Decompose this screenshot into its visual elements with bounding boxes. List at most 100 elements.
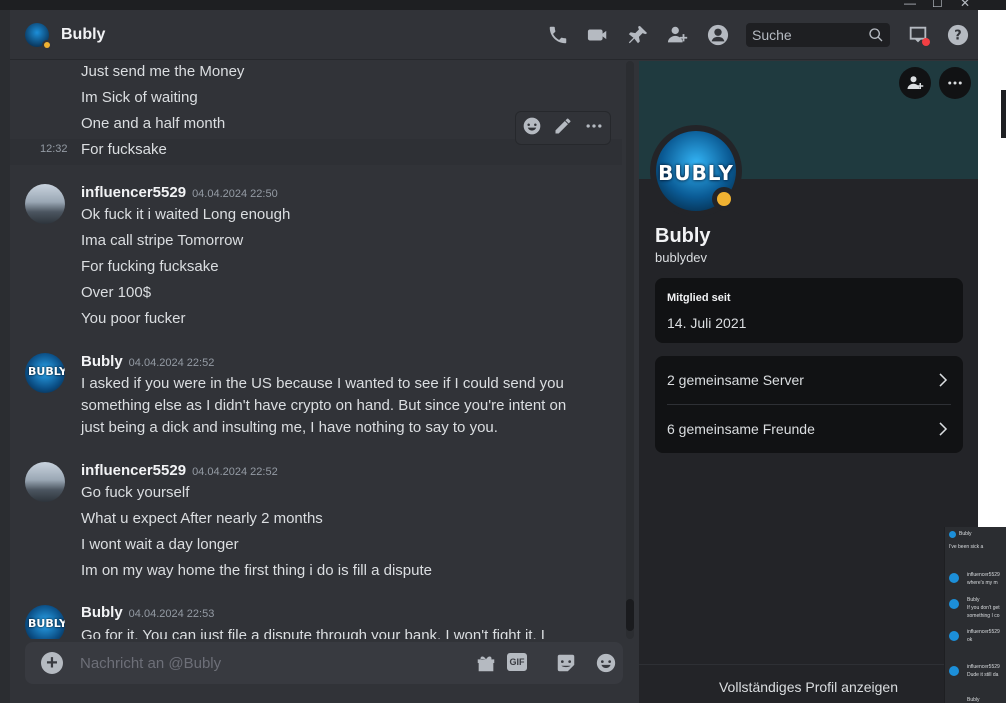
author-name[interactable]: influencer5529 bbox=[81, 184, 186, 201]
chevron-right-icon bbox=[939, 373, 948, 387]
preview-thumbnail[interactable]: Bubly I've been sick a influencer5529 wh… bbox=[944, 527, 1006, 703]
message-author[interactable]: Bubly 04.04.2024 22:53 bbox=[81, 604, 214, 621]
message-text: One and a half month bbox=[81, 115, 226, 132]
profile-more-button[interactable] bbox=[939, 67, 971, 99]
user-profile-toggle-icon[interactable] bbox=[706, 23, 730, 47]
message-timestamp: 04.04.2024 22:52 bbox=[192, 466, 278, 478]
message-time: 12:32 bbox=[40, 143, 68, 155]
message-text: I wont wait a day longer bbox=[81, 536, 239, 553]
message-text: Ok fuck it i waited Long enough bbox=[81, 206, 291, 223]
inbox-icon[interactable] bbox=[906, 23, 930, 47]
close-icon[interactable]: ✕ bbox=[960, 0, 970, 10]
profile-display-name: Bubly bbox=[655, 225, 711, 247]
author-name[interactable]: influencer5529 bbox=[81, 462, 186, 479]
thumb-line: ok bbox=[967, 637, 973, 643]
author-name[interactable]: Bubly bbox=[81, 604, 123, 621]
message-timestamp: 04.04.2024 22:52 bbox=[128, 357, 215, 369]
scrollbar-thumb[interactable] bbox=[626, 599, 634, 631]
message-author[interactable]: influencer5529 04.04.2024 22:50 bbox=[81, 184, 278, 201]
member-since-label: Mitglied seit bbox=[667, 292, 731, 304]
thumb-line: influencer5529 bbox=[967, 572, 1000, 578]
member-since-value: 14. Juli 2021 bbox=[667, 315, 747, 331]
scrollbar-track[interactable] bbox=[626, 61, 634, 639]
thumb-avatar bbox=[949, 599, 959, 609]
avatar-logo: BUBLY bbox=[658, 161, 734, 185]
chat-area: Just send me the Money Im Sick of waitin… bbox=[10, 61, 638, 703]
message-list[interactable]: Just send me the Money Im Sick of waitin… bbox=[10, 61, 626, 639]
edit-icon[interactable] bbox=[553, 116, 573, 141]
emoji-icon[interactable] bbox=[595, 652, 617, 674]
message-text: Ima call stripe Tomorrow bbox=[81, 232, 244, 249]
minimize-icon[interactable]: — bbox=[904, 0, 916, 10]
thumb-title: Bubly bbox=[959, 531, 972, 537]
message-text: something else as I didn't have crypto o… bbox=[81, 397, 567, 414]
unread-badge bbox=[922, 38, 930, 46]
message-text: Just send me the Money bbox=[81, 63, 245, 80]
dm-avatar bbox=[25, 22, 52, 50]
pin-icon[interactable] bbox=[626, 23, 650, 47]
author-name[interactable]: Bubly bbox=[81, 353, 123, 370]
gift-icon[interactable] bbox=[475, 652, 497, 674]
message-author[interactable]: Bubly 04.04.2024 22:52 bbox=[81, 353, 214, 370]
channel-header: Bubly ? bbox=[10, 10, 978, 60]
thumb-line: Bubly bbox=[967, 597, 980, 603]
member-since-card: Mitglied seit 14. Juli 2021 bbox=[655, 278, 963, 343]
thumb-line: I've been sick a bbox=[949, 544, 984, 550]
voice-call-icon[interactable] bbox=[546, 23, 570, 47]
help-icon[interactable]: ? bbox=[946, 23, 970, 47]
add-reaction-icon[interactable] bbox=[522, 116, 542, 141]
message-text: For fucking fucksake bbox=[81, 258, 219, 275]
bubly-avatar[interactable]: BUBLY bbox=[25, 605, 65, 639]
mutual-servers-label: 2 gemeinsame Server bbox=[667, 372, 804, 388]
view-full-profile-button[interactable]: Vollständiges Profil anzeigen bbox=[639, 664, 978, 703]
message-composer: + GIF bbox=[25, 642, 623, 684]
more-options-icon bbox=[948, 81, 962, 85]
add-friend-icon bbox=[907, 76, 924, 89]
add-friend-button[interactable] bbox=[899, 67, 931, 99]
attach-plus-button[interactable]: + bbox=[41, 652, 63, 674]
chevron-right-icon bbox=[939, 422, 948, 436]
thumb-line: where's my m bbox=[967, 580, 998, 586]
idle-status-icon bbox=[712, 187, 736, 211]
bubly-avatar[interactable]: BUBLY bbox=[25, 353, 65, 393]
thumb-line: If you don't get bbox=[967, 605, 1000, 611]
message-text: For fucksake bbox=[81, 141, 167, 158]
avatar-logo: BUBLY bbox=[28, 617, 65, 630]
svg-text:?: ? bbox=[954, 29, 961, 44]
thumb-line: Dude it still da bbox=[967, 672, 999, 678]
mutual-servers-row[interactable]: 2 gemeinsame Server bbox=[667, 356, 951, 404]
channel-title: Bubly bbox=[61, 25, 106, 43]
message-text: Im Sick of waiting bbox=[81, 89, 198, 106]
avatar-logo: BUBLY bbox=[28, 365, 65, 378]
sticker-icon[interactable] bbox=[555, 652, 577, 674]
window-titlebar: — ☐ ✕ bbox=[0, 0, 1006, 10]
header-toolbar: ? bbox=[538, 10, 978, 60]
mutuals-card: 2 gemeinsame Server 6 gemeinsame Freunde bbox=[655, 356, 963, 453]
message-text: Over 100$ bbox=[81, 284, 152, 301]
video-call-icon[interactable] bbox=[586, 23, 610, 47]
message-timestamp: 04.04.2024 22:53 bbox=[128, 608, 215, 620]
message-text: just being a dick and insulting me, I ha… bbox=[81, 419, 498, 436]
gif-button[interactable]: GIF bbox=[507, 653, 527, 671]
profile-avatar[interactable]: BUBLY bbox=[650, 125, 742, 217]
message-text: What u expect After nearly 2 months bbox=[81, 510, 323, 527]
thumb-avatar bbox=[949, 666, 959, 676]
thumb-avatar bbox=[949, 631, 959, 641]
user-profile-panel: BUBLY Bubly bublydev Mitglied seit 14. J… bbox=[639, 61, 978, 703]
maximize-icon[interactable]: ☐ bbox=[932, 0, 943, 10]
add-friend-to-dm-icon[interactable] bbox=[666, 23, 690, 47]
mutual-friends-row[interactable]: 6 gemeinsame Freunde bbox=[667, 405, 951, 453]
message-text: Go for it. You can just file a dispute t… bbox=[81, 627, 545, 639]
more-options-icon[interactable] bbox=[584, 116, 604, 141]
message-actions-toolbar bbox=[515, 111, 611, 145]
message-input[interactable] bbox=[80, 642, 450, 684]
search-icon bbox=[868, 27, 884, 43]
search-box[interactable] bbox=[746, 23, 890, 47]
mutual-friends-label: 6 gemeinsame Freunde bbox=[667, 421, 815, 437]
user-avatar[interactable] bbox=[25, 462, 65, 502]
background-window-edge bbox=[1001, 90, 1006, 138]
message-timestamp: 04.04.2024 22:50 bbox=[192, 188, 278, 200]
thumb-avatar bbox=[949, 531, 956, 538]
message-author[interactable]: influencer5529 04.04.2024 22:52 bbox=[81, 462, 278, 479]
user-avatar[interactable] bbox=[25, 184, 65, 224]
